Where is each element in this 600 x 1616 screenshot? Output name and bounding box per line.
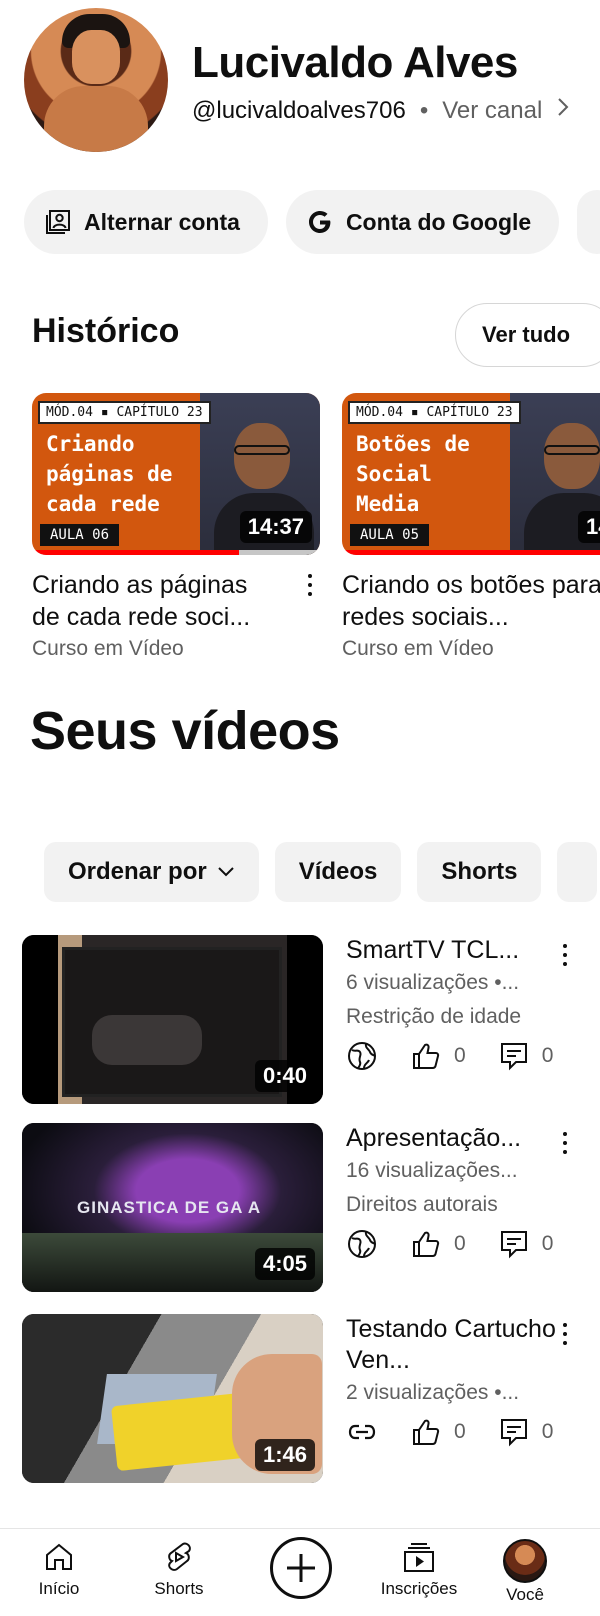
duration-badge: 4:05 xyxy=(254,1248,315,1280)
thumb-overlay-text: GINASTICA DE GA A xyxy=(77,1198,262,1217)
separator-dot: • xyxy=(419,96,429,124)
thumb-badge: AULA 06 xyxy=(40,524,120,546)
history-title: Histórico xyxy=(32,312,180,350)
more-vert-icon[interactable] xyxy=(300,571,320,599)
google-account-label: Conta do Google xyxy=(345,208,532,235)
comment-icon[interactable] xyxy=(498,1416,530,1448)
switch-account-button[interactable]: Alternar conta xyxy=(24,190,268,254)
history-card[interactable]: MÓD.04 ▪ CAPÍTULO 23 Botões de Social Me… xyxy=(342,393,600,661)
history-video-title[interactable]: Criando os botões para redes sociais... xyxy=(342,569,600,633)
video-title[interactable]: Testando Cartucho Ven... xyxy=(346,1314,576,1376)
profile-header: Lucivaldo Alves @lucivaldoalves706 • Ver… xyxy=(24,8,600,156)
like-count: 0 xyxy=(454,1420,466,1443)
nav-subscriptions[interactable]: Inscrições xyxy=(364,1539,474,1599)
like-count: 0 xyxy=(454,1044,466,1067)
duration-badge: 1:46 xyxy=(254,1439,315,1471)
duration-badge: 14:37 xyxy=(239,511,312,543)
video-views: 2 visualizações •... xyxy=(346,1381,520,1404)
your-videos-title: Seus vídeos xyxy=(30,701,340,761)
nav-subscriptions-label: Inscrições xyxy=(380,1579,458,1598)
filter-shorts-chip[interactable]: Shorts xyxy=(417,842,542,902)
history-thumbnail[interactable]: MÓD.04 ▪ CAPÍTULO 23 Criando páginas de … xyxy=(32,393,320,555)
switch-account-label: Alternar conta xyxy=(84,208,240,235)
more-vert-icon[interactable] xyxy=(555,1129,575,1157)
view-channel-link[interactable]: Ver canal xyxy=(442,97,542,125)
history-thumbnail[interactable]: MÓD.04 ▪ CAPÍTULO 23 Botões de Social Me… xyxy=(342,393,600,555)
create-button[interactable] xyxy=(270,1537,332,1599)
more-chip[interactable] xyxy=(577,190,600,254)
shorts-icon xyxy=(168,1542,191,1571)
thumb-badge: AULA 05 xyxy=(350,524,430,546)
nav-shorts-label: Shorts xyxy=(154,1579,204,1598)
thumb-header: MÓD.04 ▪ CAPÍTULO 23 xyxy=(348,401,521,424)
comment-icon[interactable] xyxy=(498,1040,530,1072)
duration-badge: 14:3 xyxy=(577,511,600,543)
switch-account-icon xyxy=(46,210,70,234)
globe-icon xyxy=(348,1042,376,1070)
like-count: 0 xyxy=(454,1232,466,1255)
duration-badge: 0:40 xyxy=(254,1060,315,1092)
video-thumbnail[interactable]: 1:46 xyxy=(22,1314,323,1483)
nav-home[interactable]: Início xyxy=(4,1539,114,1599)
filter-videos-chip[interactable]: Vídeos xyxy=(274,842,402,902)
comment-icon[interactable] xyxy=(498,1228,530,1260)
history-channel-name: Curso em Vídeo xyxy=(32,637,184,660)
you-avatar xyxy=(503,1539,547,1583)
sort-label: Ordenar por xyxy=(68,858,207,885)
comment-count: 0 xyxy=(541,1232,554,1255)
bottom-navigation: Início Shorts Inscrições Você xyxy=(0,1528,600,1616)
history-channel-name: Curso em Vídeo xyxy=(342,637,494,660)
plus-icon xyxy=(287,1554,315,1582)
subscriptions-icon xyxy=(404,1543,434,1572)
chevron-right-icon xyxy=(556,96,570,125)
filter-more-chip[interactable] xyxy=(557,842,598,902)
see-all-button[interactable]: Ver tudo xyxy=(455,303,600,367)
nav-home-label: Início xyxy=(38,1579,80,1598)
link-icon xyxy=(348,1424,376,1440)
video-thumbnail[interactable]: 0:40 xyxy=(22,935,323,1104)
video-status[interactable]: Restrição de idade xyxy=(346,1000,576,1034)
nav-shorts[interactable]: Shorts xyxy=(124,1539,234,1599)
thumb-header: MÓD.04 ▪ CAPÍTULO 23 xyxy=(38,401,211,424)
history-carousel: MÓD.04 ▪ CAPÍTULO 23 Criando páginas de … xyxy=(32,393,600,673)
video-filter-chips: Ordenar por Vídeos Shorts xyxy=(44,842,600,902)
video-title[interactable]: SmartTV TCL... xyxy=(346,935,576,966)
video-title[interactable]: Apresentação... xyxy=(346,1123,576,1154)
history-card[interactable]: MÓD.04 ▪ CAPÍTULO 23 Criando páginas de … xyxy=(32,393,320,661)
thumbs-up-icon[interactable] xyxy=(410,1228,442,1260)
video-views: 6 visualizações •... xyxy=(346,971,520,994)
more-vert-icon[interactable] xyxy=(555,1320,575,1348)
video-thumbnail[interactable]: GINASTICA DE GA A 4:05 xyxy=(22,1123,323,1292)
thumbs-up-icon[interactable] xyxy=(410,1040,442,1072)
account-chips: Alternar conta Conta do Google xyxy=(24,190,600,254)
thumb-text: Criando páginas de cada rede xyxy=(46,432,173,516)
watch-progress xyxy=(32,550,320,555)
watch-progress xyxy=(342,550,600,555)
sort-dropdown[interactable]: Ordenar por xyxy=(44,842,259,902)
nav-you[interactable]: Você xyxy=(470,1539,580,1605)
channel-name: Lucivaldo Alves xyxy=(192,38,518,87)
thumbs-up-icon[interactable] xyxy=(410,1416,442,1448)
channel-avatar[interactable] xyxy=(24,8,168,152)
history-video-title[interactable]: Criando as páginas de cada rede soci... xyxy=(32,569,282,633)
chevron-down-icon xyxy=(217,861,235,884)
more-vert-icon[interactable] xyxy=(555,941,575,969)
video-list-item[interactable]: 0:40 SmartTV TCL... 6 visualizações •...… xyxy=(22,935,600,1105)
video-list-item[interactable]: GINASTICA DE GA A 4:05 Apresentação... 1… xyxy=(22,1123,600,1293)
video-status[interactable]: Direitos autorais xyxy=(346,1188,576,1222)
video-views: 16 visualizações... xyxy=(346,1159,518,1182)
video-list-item[interactable]: 1:46 Testando Cartucho Ven... 2 visualiz… xyxy=(22,1314,600,1484)
globe-icon xyxy=(348,1230,376,1258)
channel-handle: @lucivaldoalves706 xyxy=(192,96,406,124)
nav-you-label: Você xyxy=(506,1585,544,1604)
home-icon xyxy=(46,1543,72,1570)
comment-count: 0 xyxy=(541,1044,554,1067)
thumb-text: Botões de Social Media xyxy=(356,432,470,516)
channel-subline[interactable]: @lucivaldoalves706 • Ver canal xyxy=(192,96,570,125)
google-icon xyxy=(308,211,331,233)
comment-count: 0 xyxy=(541,1420,554,1443)
google-account-button[interactable]: Conta do Google xyxy=(285,190,560,254)
